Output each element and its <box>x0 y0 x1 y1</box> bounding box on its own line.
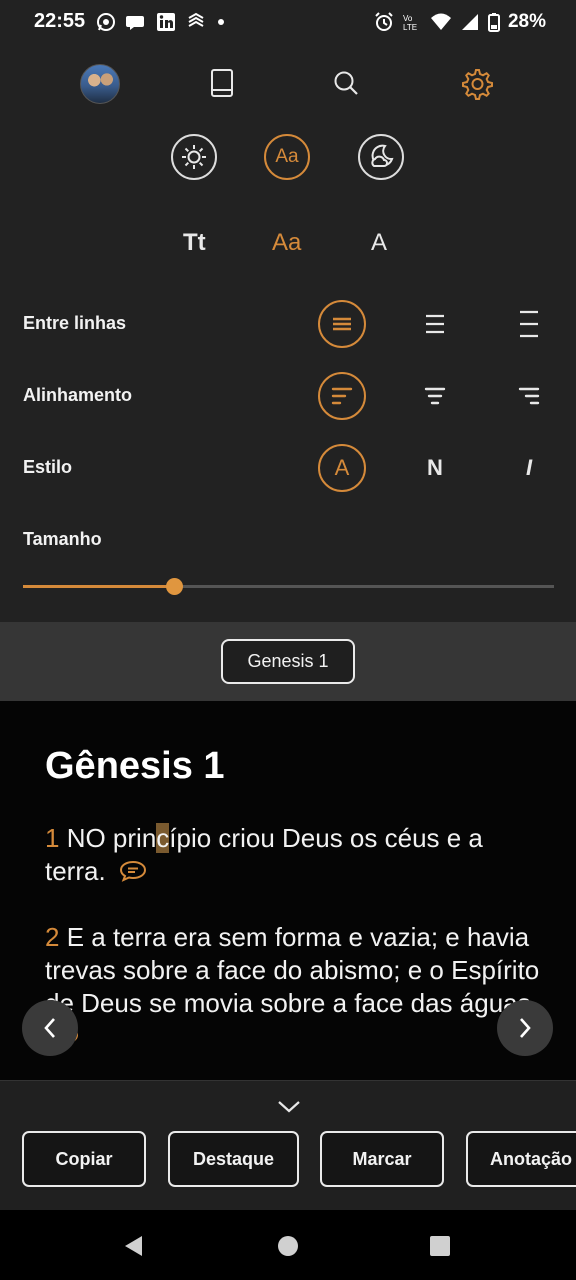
battery-icon <box>487 13 500 32</box>
home-icon[interactable] <box>277 1235 299 1257</box>
line-spacing-wide-button[interactable] <box>505 300 553 348</box>
font-option-a[interactable]: A <box>371 229 387 257</box>
svg-text:LTE: LTE <box>403 23 417 32</box>
line-spacing-compact-icon <box>333 317 351 331</box>
system-navigation-bar <box>0 1210 576 1280</box>
align-right-icon <box>518 387 540 405</box>
reading-area: Gênesis 1 1 NO princípio criou Deus os c… <box>0 701 576 1080</box>
line-spacing-medium-icon <box>426 314 444 334</box>
volte-icon: VoLTE <box>403 14 417 32</box>
gear-icon[interactable] <box>456 64 496 104</box>
chevron-right-icon <box>520 1018 531 1038</box>
align-center-button[interactable] <box>411 372 459 420</box>
line-spacing-compact-button[interactable] <box>318 300 366 348</box>
style-italic-label: I <box>525 455 533 480</box>
previous-chapter-button[interactable] <box>22 1000 78 1056</box>
sepia-theme-button[interactable]: Aa <box>264 134 310 180</box>
highlight-button[interactable]: Destaque <box>168 1131 299 1187</box>
whatsapp-icon <box>97 13 115 31</box>
align-center-icon <box>424 387 446 405</box>
verse-2[interactable]: 2 E a terra era sem forma e vazia; e hav… <box>45 921 545 1055</box>
line-spacing-label: Entre linhas <box>23 313 127 333</box>
chat-bubble-icon <box>126 16 144 30</box>
style-italic-button[interactable]: I <box>505 444 553 492</box>
style-bold-label: N <box>427 455 443 480</box>
verse-text: NO prin <box>66 823 157 853</box>
align-right-button[interactable] <box>505 372 553 420</box>
battery-percent: 28% <box>507 11 546 32</box>
align-left-icon <box>331 387 353 405</box>
next-chapter-button[interactable] <box>497 1000 553 1056</box>
mark-button[interactable]: Marcar <box>320 1131 444 1187</box>
style-bold-button[interactable]: N <box>411 444 459 492</box>
font-option-tt[interactable]: Tt <box>183 229 206 257</box>
recents-icon[interactable] <box>429 1235 451 1257</box>
wifi-icon <box>430 13 451 30</box>
verse-1[interactable]: 1 NO princípio criou Deus os céus e a te… <box>45 822 545 890</box>
size-slider-fill <box>23 585 175 588</box>
style-regular-label: A <box>334 455 350 480</box>
light-theme-button[interactable] <box>171 134 217 180</box>
dark-theme-button[interactable] <box>358 134 404 180</box>
line-spacing-medium-button[interactable] <box>411 300 459 348</box>
verse-number: 2 <box>45 922 60 952</box>
chapter-title: Gênesis 1 <box>45 745 225 787</box>
size-label: Tamanho <box>23 529 102 549</box>
note-button[interactable]: Anotação <box>466 1131 576 1187</box>
chevron-down-icon <box>278 1101 300 1113</box>
app-icon <box>188 12 204 27</box>
back-icon[interactable] <box>122 1234 144 1258</box>
search-icon[interactable] <box>330 66 362 100</box>
theme-aa-label: Aa <box>275 146 299 167</box>
verse-text: E a terra era sem forma e vazia; e havia… <box>45 922 540 1018</box>
note-icon[interactable] <box>119 857 147 890</box>
font-option-aa[interactable]: Aa <box>272 229 301 257</box>
sun-icon <box>182 145 206 169</box>
linkedin-icon <box>157 13 175 31</box>
status-time: 22:55 <box>34 10 86 32</box>
size-slider-thumb[interactable] <box>166 578 184 595</box>
style-label: Estilo <box>23 457 73 477</box>
notification-icons <box>96 10 226 34</box>
alignment-label: Alinhamento <box>23 385 133 405</box>
moon-cloud-icon <box>371 144 394 167</box>
copy-button[interactable]: Copiar <box>22 1131 146 1187</box>
style-regular-button[interactable]: A <box>318 444 366 492</box>
system-icons: Vo LTE 28% <box>374 10 546 34</box>
avatar[interactable] <box>80 64 120 104</box>
signal-icon <box>461 14 478 30</box>
alarm-icon <box>375 12 393 31</box>
align-left-button[interactable] <box>318 372 366 420</box>
book-icon[interactable] <box>206 66 238 100</box>
collapse-panel-button[interactable] <box>276 1098 302 1116</box>
svg-text:Vo: Vo <box>403 14 413 23</box>
chapter-selector-button[interactable]: Genesis 1 <box>221 639 355 684</box>
line-spacing-wide-icon <box>520 310 538 338</box>
chevron-left-icon <box>44 1018 55 1038</box>
dot-icon <box>218 19 224 25</box>
verse-number: 1 <box>45 823 60 853</box>
selection-cursor: c <box>156 823 170 853</box>
